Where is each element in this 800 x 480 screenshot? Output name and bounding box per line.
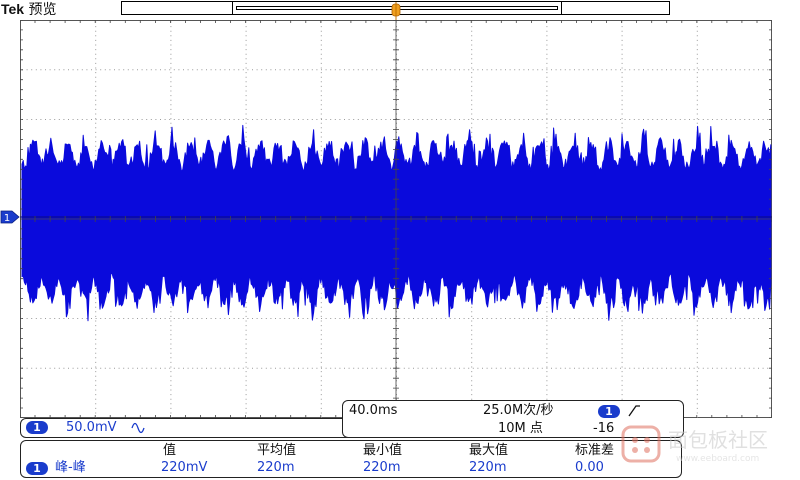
waveform-graticule[interactable]: [20, 20, 772, 418]
measurement-table[interactable]: 值 平均值 最小值 最大值 标准差 1 峰-峰 220mV 220m 220m …: [20, 440, 682, 478]
meas-cell-max: 220m: [469, 460, 507, 475]
channel-readout[interactable]: 1 50.0mV: [20, 418, 352, 438]
brand-logo: Tek: [1, 1, 25, 17]
meas-name: 峰-峰: [55, 460, 86, 475]
rising-edge-icon: [628, 405, 640, 417]
acquisition-mode: 预览: [28, 2, 57, 18]
watermark-text: 面包板社区: [668, 428, 768, 452]
meas-header-value: 值: [163, 443, 177, 458]
watermark-subtext: www.eeboard.com: [676, 454, 760, 464]
meas-header-min: 最小值: [363, 443, 403, 458]
trigger-source-badge: 1: [598, 405, 620, 418]
horizontal-scale: 40.0ms: [349, 403, 398, 418]
oscilloscope-screen: Tek 预览 1 1 50.0mV 40.0ms 25.0M次/秒 10M 点 …: [0, 0, 800, 480]
meas-cell-stddev: 0.00: [575, 460, 604, 475]
sample-rate: 25.0M次/秒: [483, 403, 554, 418]
meas-header-stddev: 标准差: [575, 443, 615, 458]
sine-wave-icon: [131, 422, 145, 434]
ch1-marker-label: 1: [4, 213, 10, 224]
site-watermark: 面包板社区 www.eeboard.com: [620, 418, 800, 474]
ch1-ground-marker[interactable]: 1: [0, 210, 20, 224]
trigger-position-icon[interactable]: [391, 2, 401, 20]
meas-cell-mean: 220m: [257, 460, 295, 475]
meas-header-mean: 平均值: [257, 443, 297, 458]
watermark-logo-icon: [621, 425, 661, 463]
meas-cell-value: 220mV: [161, 460, 208, 475]
meas-source-badge: 1: [26, 462, 48, 475]
status-header: Tek 预览: [1, 0, 57, 19]
meas-header-max: 最大值: [469, 443, 509, 458]
ch1-scale: 50.0mV: [66, 420, 117, 435]
trigger-level: -16: [593, 421, 615, 436]
record-length: 10M 点: [498, 421, 543, 436]
meas-cell-min: 220m: [363, 460, 401, 475]
ch1-badge: 1: [26, 421, 48, 434]
